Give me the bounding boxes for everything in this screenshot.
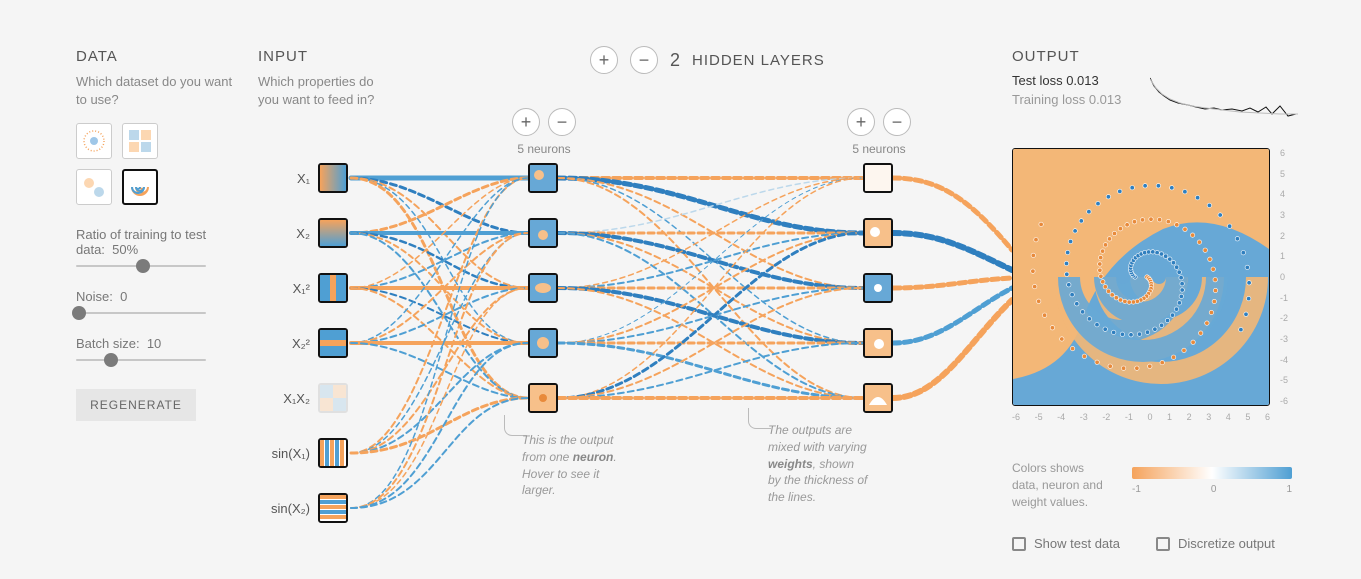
feature-thumbnail[interactable] [318,328,348,358]
batch-value: 10 [147,336,161,351]
regenerate-button[interactable]: REGENERATE [76,389,196,421]
layer1-neuron-3[interactable] [528,328,558,358]
layer2-add-neuron-button[interactable]: + [847,108,875,136]
feature-thumbnail[interactable] [318,273,348,303]
checkbox-icon [1156,537,1170,551]
ratio-label: Ratio of training to test data: [76,227,206,257]
layer2-neuron-0[interactable] [863,163,893,193]
checkbox-icon [1012,537,1026,551]
output-title: OUTPUT [1012,48,1312,65]
input-title: INPUT [258,48,388,65]
layer1-neuron-1[interactable] [528,218,558,248]
feature-1[interactable]: X₂ [264,218,348,248]
layer2-neuron-1[interactable] [863,218,893,248]
noise-label: Noise: [76,289,113,304]
y-axis-ticks: 6543210-1-2-3-4-5-6 [1280,148,1288,406]
dataset-xor[interactable] [122,123,158,159]
test-loss-label: Test loss [1012,73,1063,88]
feature-2[interactable]: X₁² [264,273,348,303]
weights-tip: The outputs aremixed with varyingweights… [768,422,918,506]
layer2-neuron-4[interactable] [863,383,893,413]
feature-thumbnail[interactable] [318,383,348,413]
feature-label: X₁ [264,171,310,186]
feature-thumbnail[interactable] [318,218,348,248]
dataset-circle[interactable] [76,123,112,159]
batch-label: Batch size: [76,336,140,351]
ratio-value: 50% [112,242,138,257]
data-prompt: Which dataset do you want to use? [76,73,236,109]
batch-slider[interactable] [76,359,206,361]
discretize-label: Discretize output [1178,536,1275,551]
loss-chart [1150,76,1300,122]
layer2-neuron-count: 5 neurons [852,142,905,156]
add-layer-button[interactable]: + [590,46,618,74]
train-loss-value: 0.013 [1089,92,1122,107]
legend-text: Colors shows data, neuron and weight val… [1012,460,1112,510]
feature-label: X₁X₂ [264,391,310,406]
hidden-layer-count: 2 [670,50,680,71]
x-axis-ticks: -6-5-4-3-2-10123456 [1012,412,1270,422]
train-loss-label: Training loss [1012,92,1085,107]
noise-value: 0 [120,289,127,304]
legend-ticks: -101 [1132,484,1292,495]
input-prompt: Which properties do you want to feed in? [258,73,388,109]
discretize-checkbox[interactable]: Discretize output [1156,536,1275,551]
layer2-remove-neuron-button[interactable]: − [883,108,911,136]
test-loss-value: 0.013 [1066,73,1099,88]
layer1-neuron-count: 5 neurons [517,142,570,156]
feature-thumbnail[interactable] [318,438,348,468]
noise-slider[interactable] [76,312,206,314]
feature-4[interactable]: X₁X₂ [264,383,348,413]
neuron-tip: This is the outputfrom one neuron.Hover … [522,432,672,499]
feature-label: sin(X₁) [264,446,310,461]
feature-label: X₂² [264,336,310,351]
remove-layer-button[interactable]: − [630,46,658,74]
feature-0[interactable]: X₁ [264,163,348,193]
layer1-neuron-0[interactable] [528,163,558,193]
feature-thumbnail[interactable] [318,163,348,193]
layer1-remove-neuron-button[interactable]: − [548,108,576,136]
feature-5[interactable]: sin(X₁) [264,438,348,468]
feature-label: X₁² [264,281,310,296]
legend-colorbar [1132,467,1292,479]
feature-label: X₂ [264,226,310,241]
layer1-neuron-4[interactable] [528,383,558,413]
feature-6[interactable]: sin(X₂) [264,493,348,523]
feature-label: sin(X₂) [264,501,310,516]
feature-thumbnail[interactable] [318,493,348,523]
layer2-neuron-2[interactable] [863,273,893,303]
feature-3[interactable]: X₂² [264,328,348,358]
layer2-neuron-3[interactable] [863,328,893,358]
dataset-gauss[interactable] [76,169,112,205]
hidden-layer-label: HIDDEN LAYERS [692,52,825,69]
output-heatmap[interactable] [1012,148,1270,406]
dataset-spiral[interactable] [122,169,158,205]
ratio-slider[interactable] [76,265,206,267]
show-test-label: Show test data [1034,536,1120,551]
data-title: DATA [76,48,236,65]
layer1-neuron-2[interactable] [528,273,558,303]
show-test-checkbox[interactable]: Show test data [1012,536,1120,551]
layer1-add-neuron-button[interactable]: + [512,108,540,136]
